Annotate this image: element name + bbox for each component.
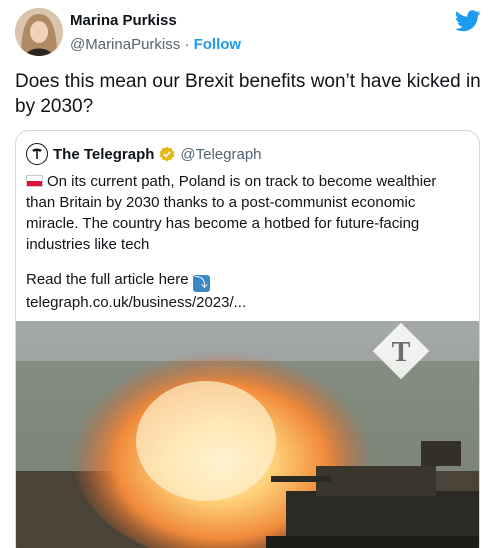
verified-badge-icon [159,146,175,162]
read-more-text: Read the full article here [26,271,189,288]
quoted-author-handle[interactable]: @Telegraph [180,146,261,163]
arrow-curving-down-icon: ⤵ [192,275,210,292]
article-link[interactable]: telegraph.co.uk/business/2023/... [26,294,246,311]
quoted-text: On its current path, Poland is on track … [26,173,437,253]
tweet-card: Marina Purkiss @MarinaPurkiss · Follow D… [0,0,493,548]
tweet-text: Does this mean our Brexit benefits won’t… [15,71,481,117]
quoted-read-more: Read the full article here ⤵ telegraph.c… [26,269,466,313]
quoted-header: The Telegraph @Telegraph [26,143,262,165]
author-name[interactable]: Marina Purkiss [70,12,177,29]
quoted-body: On its current path, Poland is on track … [26,171,466,255]
author-handle-row: @MarinaPurkiss · Follow [70,36,241,53]
author-handle[interactable]: @MarinaPurkiss [70,36,180,53]
svg-text:T: T [392,337,411,368]
poland-flag-icon [26,175,43,187]
article-image[interactable]: T [16,321,479,548]
follow-button[interactable]: Follow [194,36,242,53]
twitter-bird-icon[interactable] [454,10,481,32]
telegraph-logo-icon [26,143,48,165]
avatar[interactable] [15,8,63,56]
handle-separator: · [184,36,190,53]
quoted-author-name[interactable]: The Telegraph [53,146,154,163]
quoted-tweet[interactable]: The Telegraph @Telegraph On its current … [15,130,480,548]
